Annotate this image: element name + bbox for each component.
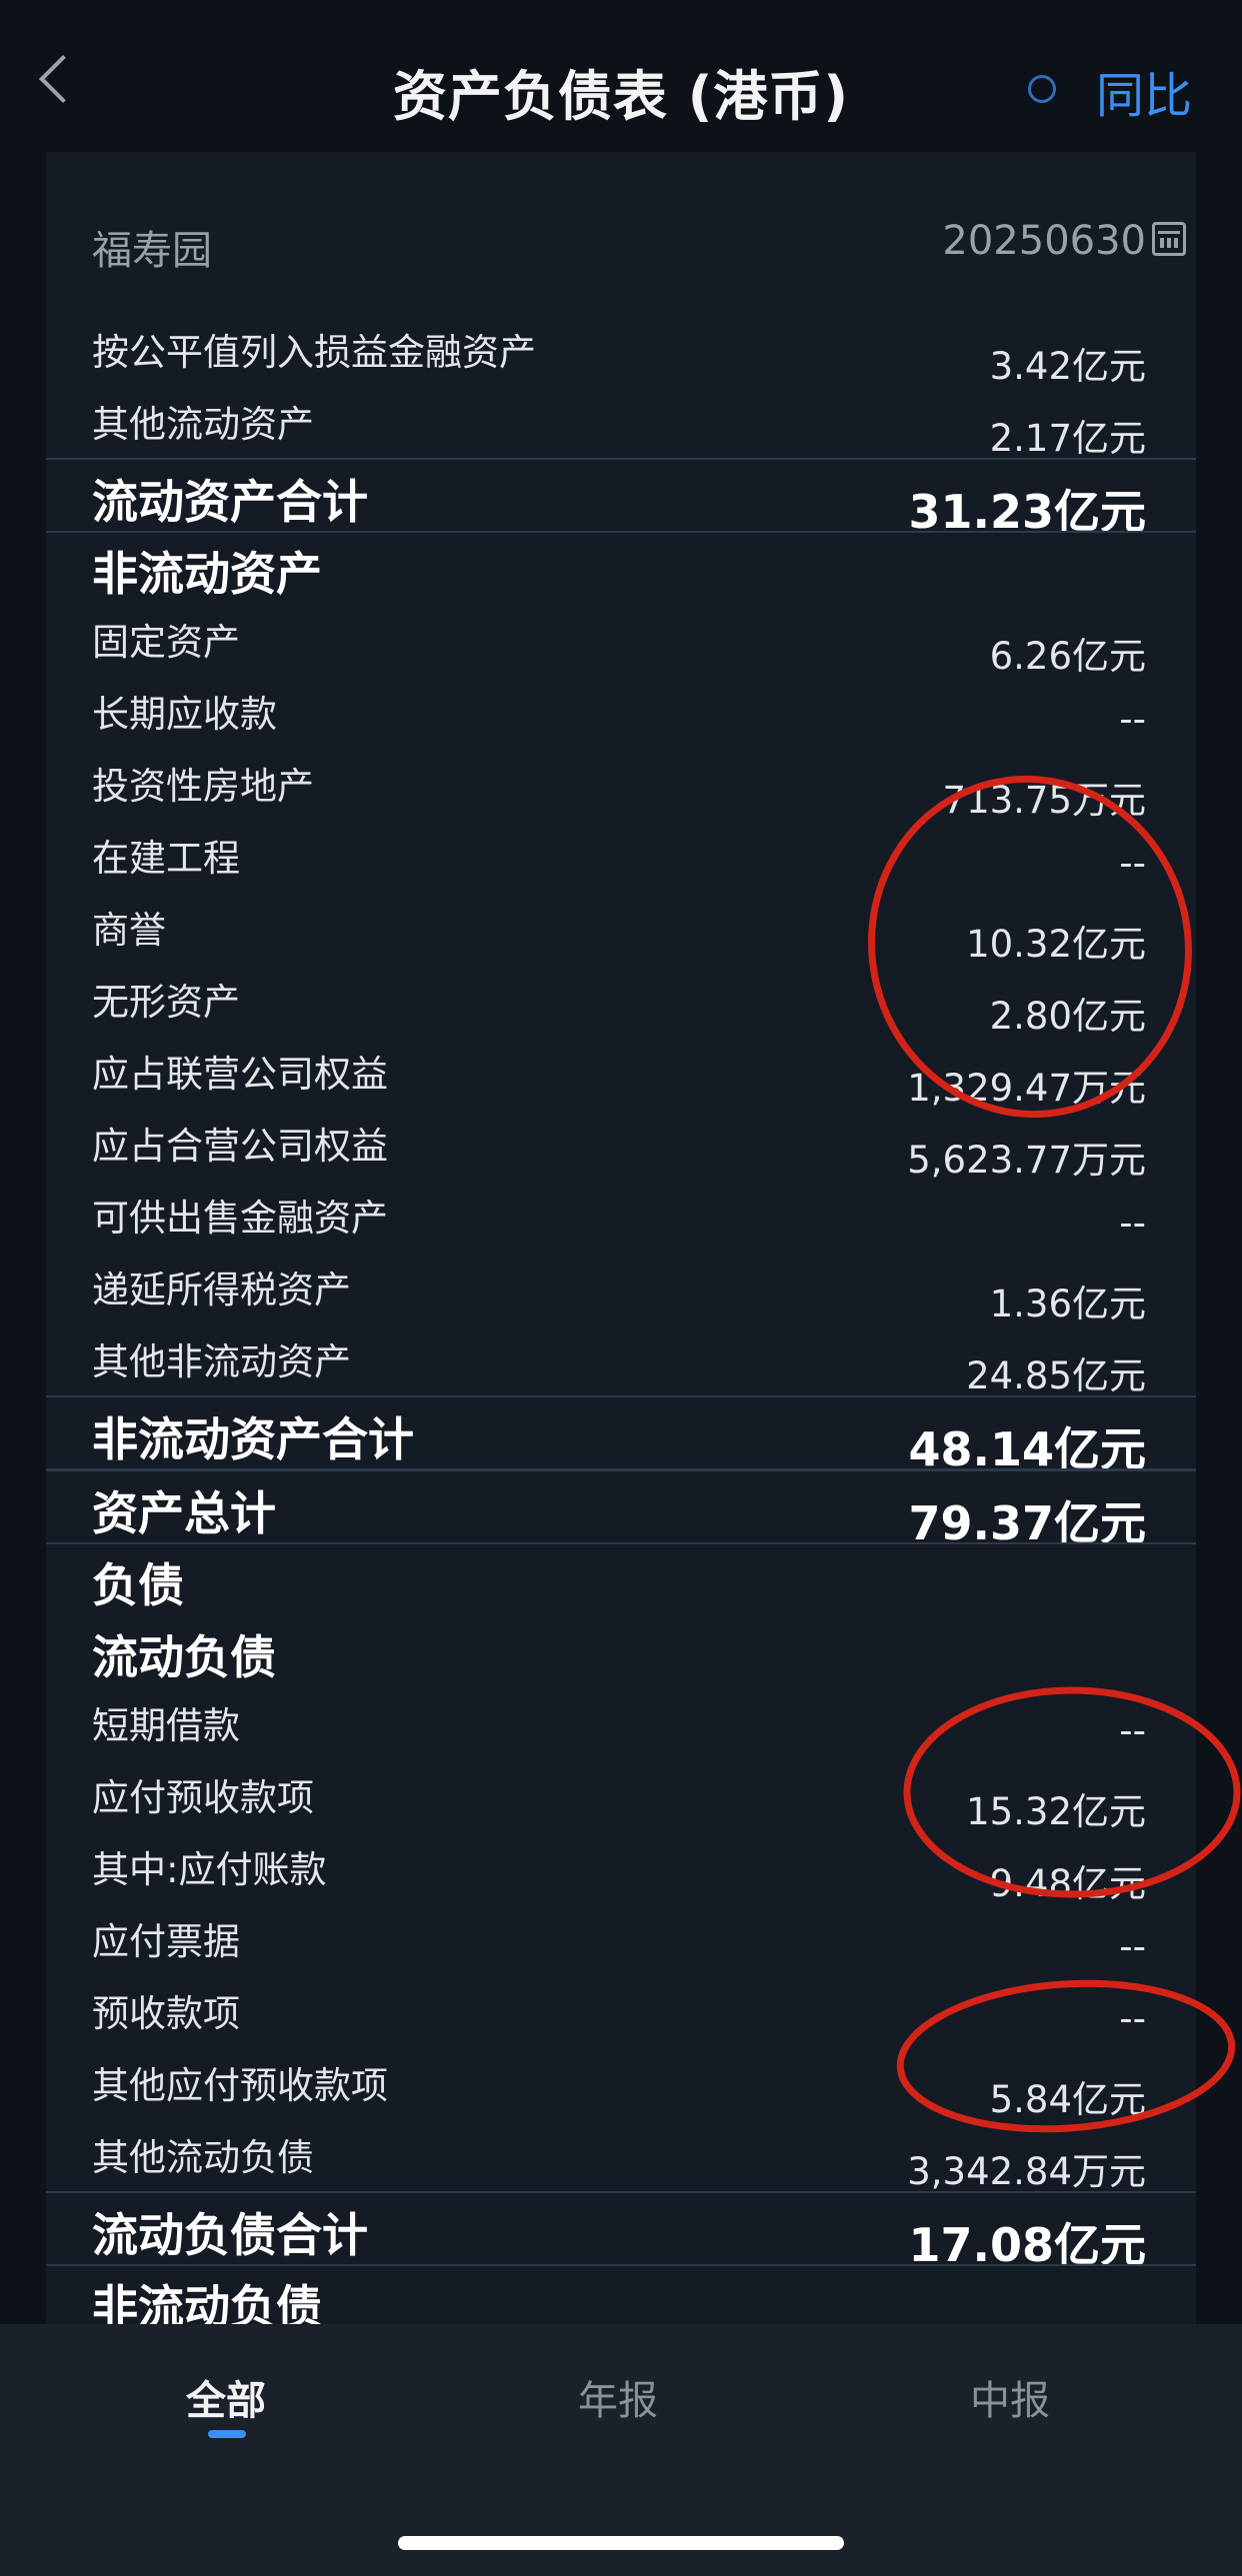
row-label: 非流动负债 [92,2280,322,2324]
table-row: 按公平值列入损益金融资产 3.42亿元 [46,314,1196,388]
row-label: 固定资产 [92,621,240,664]
row-label: 长期应收款 [92,693,277,736]
tab-annual[interactable]: 年报 [518,2368,718,2426]
row-label: 应付预收款项 [92,1776,314,1819]
table-row: 应付预收款项 15.32亿元 [46,1759,1196,1833]
row-label: 其他流动资产 [92,403,314,446]
table-row: 短期借款 -- [46,1687,1196,1759]
row-value: -- [1119,1202,1146,1245]
row-value: -- [1119,1997,1146,2040]
table-row: 无形资产 2.80亿元 [46,964,1196,1038]
table-row: 其他流动负债 3,342.84万元 [46,2119,1196,2193]
row-label: 投资性房地产 [92,765,314,808]
row-value: 2.17亿元 [989,417,1146,460]
table-row: 递延所得税资产 1.36亿元 [46,1252,1196,1325]
row-value: 1.36亿元 [989,1283,1146,1325]
row-label: 递延所得税资产 [92,1269,351,1311]
row-value: -- [1119,842,1146,885]
row-value: 713.75万元 [942,779,1146,822]
row-value: -- [1119,698,1146,741]
row-label: 其他非流动资产 [92,1340,351,1383]
row-label: 流动资产合计 [92,475,368,529]
row-label: 可供出售金融资产 [92,1197,388,1240]
row-value: 10.32亿元 [966,923,1146,966]
table-row: 其他非流动资产 24.85亿元 [46,1323,1196,1397]
row-value: 1,329.47万元 [907,1067,1146,1110]
yoy-toggle-radio[interactable] [1028,75,1056,103]
table-row: 长期应收款 -- [46,676,1196,748]
row-label: 在建工程 [92,837,240,880]
top-nav-bar: 资产负债表 (港币) 同比 [0,0,1242,152]
row-value: 5,623.77万元 [907,1139,1146,1182]
table-row: 应占联营公司权益 1,329.47万元 [46,1036,1196,1110]
table-row: 应付票据 -- [46,1903,1196,1975]
row-label: 流动负债 [92,1630,276,1684]
tab-all[interactable]: 全部 [126,2368,326,2426]
row-label: 预收款项 [92,1992,240,2035]
row-label: 其他应付预收款项 [92,2064,388,2107]
table-row: 其他流动资产 2.17亿元 [46,386,1196,460]
row-value: -- [1119,1925,1146,1968]
row-value: 3.42亿元 [989,345,1146,388]
row-value: 2.80亿元 [989,995,1146,1038]
table-row: 可供出售金融资产 -- [46,1180,1196,1252]
active-tab-indicator [208,2430,246,2438]
row-label: 商誉 [92,909,166,952]
company-name: 福寿园 [92,228,212,274]
tab-interim[interactable]: 中报 [910,2368,1110,2426]
section-header-row: 非流动负债 [46,2265,1196,2324]
row-value: -- [1119,1709,1146,1752]
total-row: 非流动资产合计 48.14亿元 [46,1395,1196,1476]
bottom-tab-bar: 全部 年报 中报 [0,2324,1242,2576]
table-row: 其他应付预收款项 5.84亿元 [46,2047,1196,2121]
table-row: 其中:应付账款 9.48亿元 [46,1831,1196,1905]
row-label: 非流动资产 [92,547,322,601]
section-header-row: 负债 [46,1543,1196,1615]
row-label: 其中:应付账款 [92,1848,327,1891]
row-label: 应付票据 [92,1920,240,1963]
yoy-toggle-label[interactable]: 同比 [1096,56,1192,126]
section-header-row: 流动负债 [46,1615,1196,1687]
table-row: 预收款项 -- [46,1975,1196,2047]
balance-sheet-panel: 福寿园 20250630 按公平值列入损益金融资产 3.42亿元其他流动资产 2.1… [46,152,1196,2324]
table-row: 固定资产 6.26亿元 [46,604,1196,678]
row-value: 15.32亿元 [966,1790,1146,1833]
row-label: 负债 [92,1558,184,1612]
total-row: 流动资产合计 31.23亿元 [46,458,1196,539]
table-row: 应占合营公司权益 5,623.77万元 [46,1108,1196,1182]
table-row: 商誉 10.32亿元 [46,892,1196,966]
total-row: 资产总计 79.37亿元 [46,1469,1196,1550]
row-label: 无形资产 [92,981,240,1024]
balance-sheet-rows: 按公平值列入损益金融资产 3.42亿元其他流动资产 2.17亿元 流动资产合计 31.2… [46,314,1196,2324]
row-value: 24.85亿元 [966,1354,1146,1397]
row-label: 其他流动负债 [92,2136,314,2179]
row-label: 流动负债合计 [92,2208,368,2262]
section-header-row: 非流动资产 [46,532,1196,604]
row-value: 6.26亿元 [989,635,1146,678]
row-value: 3,342.84万元 [907,2150,1146,2193]
row-label: 应占合营公司权益 [92,1125,388,1168]
row-label: 应占联营公司权益 [92,1053,388,1096]
row-label: 非流动资产合计 [92,1412,414,1466]
row-label: 资产总计 [92,1486,276,1540]
home-indicator [398,2536,844,2550]
report-date[interactable]: 20250630 [942,218,1146,264]
row-label: 按公平值列入损益金融资产 [92,331,536,374]
table-row: 在建工程 -- [46,820,1196,892]
calendar-icon[interactable] [1152,222,1186,256]
row-value: 5.84亿元 [989,2078,1146,2121]
table-row: 投资性房地产 713.75万元 [46,748,1196,822]
row-label: 短期借款 [92,1704,240,1747]
total-row: 流动负债合计 17.08亿元 [46,2191,1196,2272]
row-value: 9.48亿元 [989,1862,1146,1905]
